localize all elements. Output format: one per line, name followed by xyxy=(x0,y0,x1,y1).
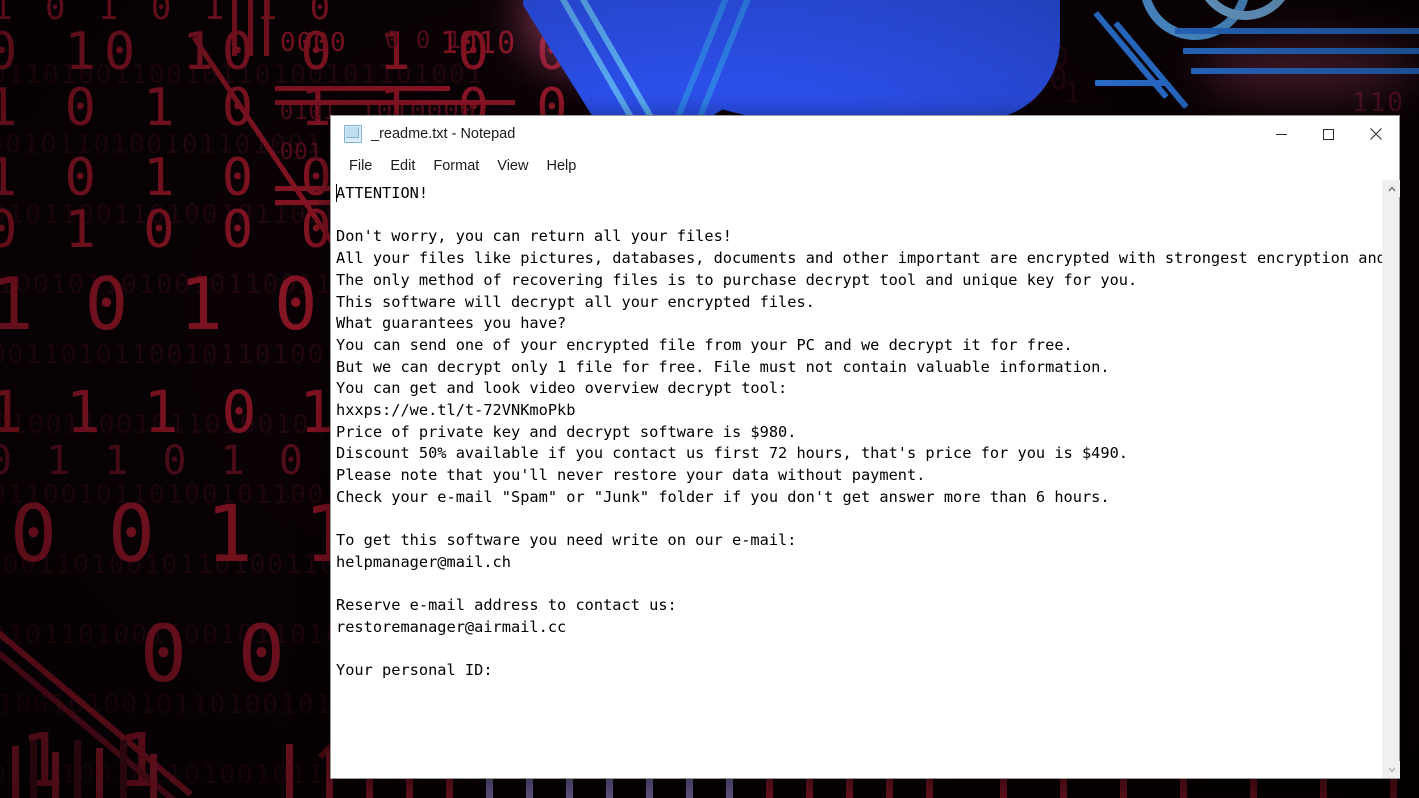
text-caret xyxy=(336,184,337,202)
window-title: _readme.txt - Notepad xyxy=(371,126,516,142)
notepad-document-icon xyxy=(344,125,362,143)
scroll-down-button[interactable] xyxy=(1383,761,1400,778)
menu-item-edit[interactable]: Edit xyxy=(381,156,424,176)
minimize-button[interactable] xyxy=(1258,116,1305,153)
menu-item-file[interactable]: File xyxy=(340,156,381,176)
window-titlebar[interactable]: _readme.txt - Notepad xyxy=(331,116,1399,153)
menu-item-view[interactable]: View xyxy=(488,156,537,176)
menu-bar: File Edit Format View Help xyxy=(331,153,1399,179)
window-controls xyxy=(1258,116,1399,153)
close-button[interactable] xyxy=(1352,116,1399,153)
notepad-window: _readme.txt - Notepad File Edit Format V… xyxy=(330,115,1400,779)
editor-area: ATTENTION! Don't worry, you can return a… xyxy=(331,179,1400,778)
maximize-button[interactable] xyxy=(1305,116,1352,153)
scrollbar-track[interactable] xyxy=(1383,197,1399,761)
text-editor[interactable]: ATTENTION! Don't worry, you can return a… xyxy=(331,180,1382,778)
ransom-note-text[interactable]: ATTENTION! Don't worry, you can return a… xyxy=(336,183,1382,682)
vertical-scrollbar[interactable] xyxy=(1382,180,1400,778)
menu-item-format[interactable]: Format xyxy=(424,156,488,176)
menu-item-help[interactable]: Help xyxy=(537,156,585,176)
scroll-up-button[interactable] xyxy=(1383,180,1400,197)
